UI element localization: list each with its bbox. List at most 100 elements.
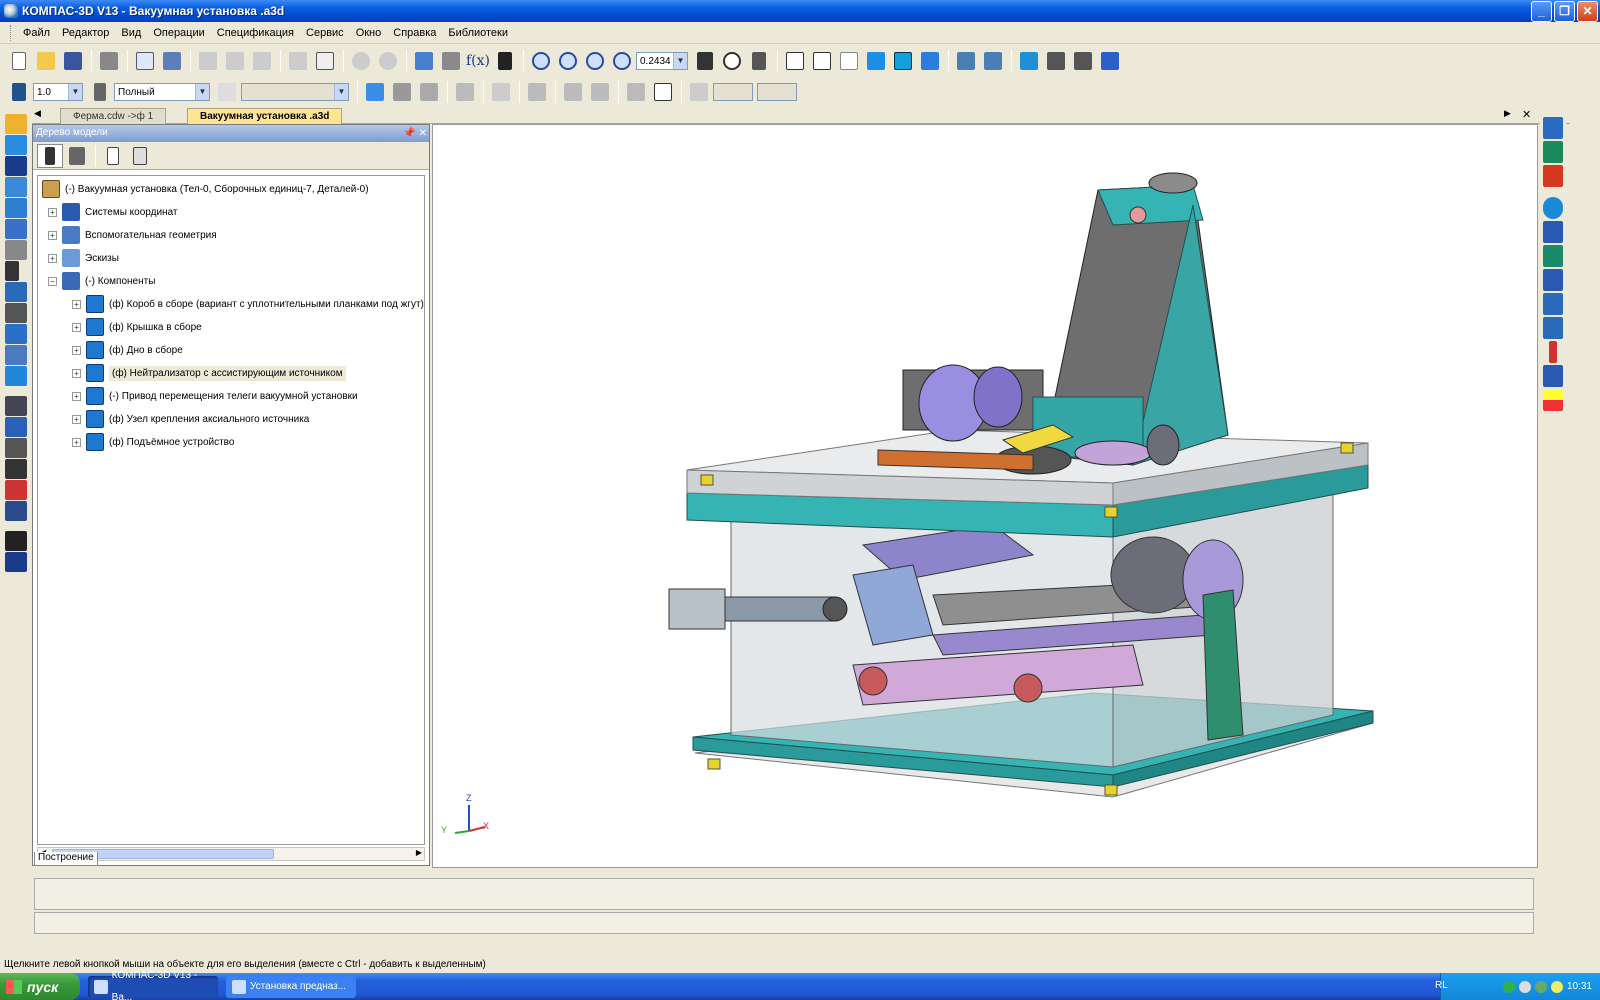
shaded-icon[interactable] xyxy=(863,49,889,73)
copy-icon[interactable] xyxy=(222,49,248,73)
sketch-tool-icon[interactable] xyxy=(5,261,27,281)
menu-operations[interactable]: Операции xyxy=(147,23,210,43)
menu-file[interactable]: Файл xyxy=(17,23,56,43)
menu-window[interactable]: Окно xyxy=(350,23,388,43)
chevron-down-icon[interactable]: ▼ xyxy=(195,84,209,100)
tree-item[interactable]: + Системы координат xyxy=(48,201,178,223)
collapse-icon[interactable]: − xyxy=(48,276,57,286)
draw-icon[interactable] xyxy=(452,80,478,104)
curves-icon[interactable] xyxy=(5,156,27,176)
snap-binding-icon[interactable] xyxy=(650,80,676,104)
menu-view[interactable]: Вид xyxy=(115,23,147,43)
zoom-in-icon[interactable] xyxy=(555,49,581,73)
expand-icon[interactable]: + xyxy=(72,414,81,424)
help-tool-icon[interactable] xyxy=(5,552,27,572)
colors-icon[interactable] xyxy=(1543,389,1563,411)
format-tool-icon[interactable] xyxy=(5,480,27,500)
measure-tool-icon[interactable] xyxy=(5,345,27,365)
snap-icon[interactable] xyxy=(524,80,550,104)
tree-item[interactable]: + Вспомогательная геометрия xyxy=(48,224,217,246)
measure-icon[interactable] xyxy=(1070,49,1096,73)
tray-app-icon[interactable] xyxy=(1518,980,1531,993)
library-icon[interactable] xyxy=(1016,49,1042,73)
close-button[interactable]: ✕ xyxy=(1577,0,1598,22)
expand-icon[interactable]: + xyxy=(72,437,81,447)
move-component-icon[interactable] xyxy=(1543,269,1563,291)
manager-library-icon[interactable] xyxy=(1043,49,1069,73)
analysis-icon[interactable] xyxy=(1543,317,1563,339)
tree-component-selected[interactable]: + (ф) Нейтрализатор с ассистирующим исто… xyxy=(72,362,346,384)
menu-help[interactable]: Справка xyxy=(387,23,442,43)
menu-service[interactable]: Сервис xyxy=(300,23,350,43)
chevron-down-icon[interactable]: ▼ xyxy=(673,53,687,69)
pan-icon[interactable] xyxy=(692,49,718,73)
taskbar-item-document[interactable]: Установка предназ... xyxy=(226,975,356,998)
param-tool-icon[interactable] xyxy=(5,417,27,437)
menu-specification[interactable]: Спецификация xyxy=(211,23,300,43)
tray-sound-icon[interactable] xyxy=(1550,980,1563,993)
tree-item[interactable]: + Эскизы xyxy=(48,247,119,269)
paste-icon[interactable] xyxy=(249,49,275,73)
arrays-icon[interactable] xyxy=(5,198,27,218)
tree-structure-icon[interactable] xyxy=(37,143,63,168)
close-doc-icon[interactable]: ✕ xyxy=(1522,108,1531,121)
fx-button[interactable]: f(x) xyxy=(465,49,491,73)
tray-security-icon[interactable] xyxy=(1534,980,1547,993)
filter-select-icon[interactable] xyxy=(980,49,1006,73)
print-button[interactable] xyxy=(96,49,122,73)
tab-scroll-left-icon[interactable]: ◀ xyxy=(34,108,41,119)
spec-tool-icon[interactable] xyxy=(5,303,27,323)
expand-icon[interactable]: + xyxy=(48,207,57,217)
menu-libraries[interactable]: Библиотеки xyxy=(442,23,514,43)
new-document-button[interactable] xyxy=(6,49,32,73)
create-component-icon[interactable] xyxy=(1543,141,1563,163)
menu-edit[interactable]: Редактор xyxy=(56,23,115,43)
pin-icon[interactable]: 📌 xyxy=(403,128,415,139)
filter-icon[interactable] xyxy=(953,49,979,73)
tree-component[interactable]: + (-) Привод перемещения телеги вакуумно… xyxy=(72,385,358,407)
tree-component[interactable]: + (ф) Короб в сборе (вариант с уплотните… xyxy=(72,293,424,315)
fasteners-icon[interactable] xyxy=(1543,221,1563,243)
cut-icon[interactable] xyxy=(195,49,221,73)
start-button[interactable]: пуск xyxy=(0,973,80,1000)
tab-ferma-drawing[interactable]: Ферма.cdw ->ф 1 xyxy=(60,108,167,124)
filter-tool-icon[interactable] xyxy=(5,282,27,302)
view-mode-icon[interactable] xyxy=(87,80,113,104)
expand-icon[interactable]: + xyxy=(48,253,57,263)
expand-icon[interactable]: + xyxy=(72,322,81,332)
expand-icon[interactable]: + xyxy=(48,230,57,240)
view-mode-combo[interactable]: Полный ▼ xyxy=(114,83,210,101)
mates-icon[interactable] xyxy=(5,240,27,260)
edit-in-place-icon[interactable] xyxy=(389,80,415,104)
tray-network-icon[interactable] xyxy=(1502,980,1515,993)
tree-doc-icon[interactable] xyxy=(100,144,126,168)
expand-icon[interactable]: + xyxy=(72,368,81,378)
preview-button[interactable] xyxy=(132,49,158,73)
manager-button[interactable] xyxy=(159,49,185,73)
extrude-icon[interactable] xyxy=(5,135,27,155)
wireframe-icon[interactable] xyxy=(782,49,808,73)
tree-root[interactable]: (-) Вакуумная установка (Тел-0, Сборочны… xyxy=(42,178,369,200)
menu-grip[interactable] xyxy=(10,24,13,41)
select-tool-icon[interactable] xyxy=(5,459,27,479)
tree-component[interactable]: + (ф) Узел крепления аксиального источни… xyxy=(72,408,309,430)
help-pointer-icon[interactable] xyxy=(492,49,518,73)
dimensions-icon[interactable] xyxy=(1543,365,1563,387)
hatch-tool-icon[interactable] xyxy=(5,438,27,458)
library-manager-icon[interactable] xyxy=(438,49,464,73)
tab-vacuum-assembly[interactable]: Вакуумная установка .a3d xyxy=(187,108,343,124)
variables-icon[interactable] xyxy=(411,49,437,73)
tray-clock[interactable]: 10:31 xyxy=(1567,981,1592,992)
grid-icon[interactable] xyxy=(488,80,514,104)
local-cs-icon[interactable] xyxy=(560,80,586,104)
zoom-window-icon[interactable] xyxy=(528,49,554,73)
view-tool-icon[interactable] xyxy=(5,501,27,521)
surfaces-icon[interactable] xyxy=(5,177,27,197)
scroll-right-icon[interactable]: ▶ xyxy=(416,848,422,857)
expand-icon[interactable]: + xyxy=(72,345,81,355)
rebuild-icon[interactable] xyxy=(1097,49,1123,73)
kompas-app-icon[interactable] xyxy=(4,4,18,18)
temperature-icon[interactable] xyxy=(1543,341,1563,363)
sheet-metal-icon[interactable] xyxy=(5,366,27,386)
save-button[interactable] xyxy=(60,49,86,73)
